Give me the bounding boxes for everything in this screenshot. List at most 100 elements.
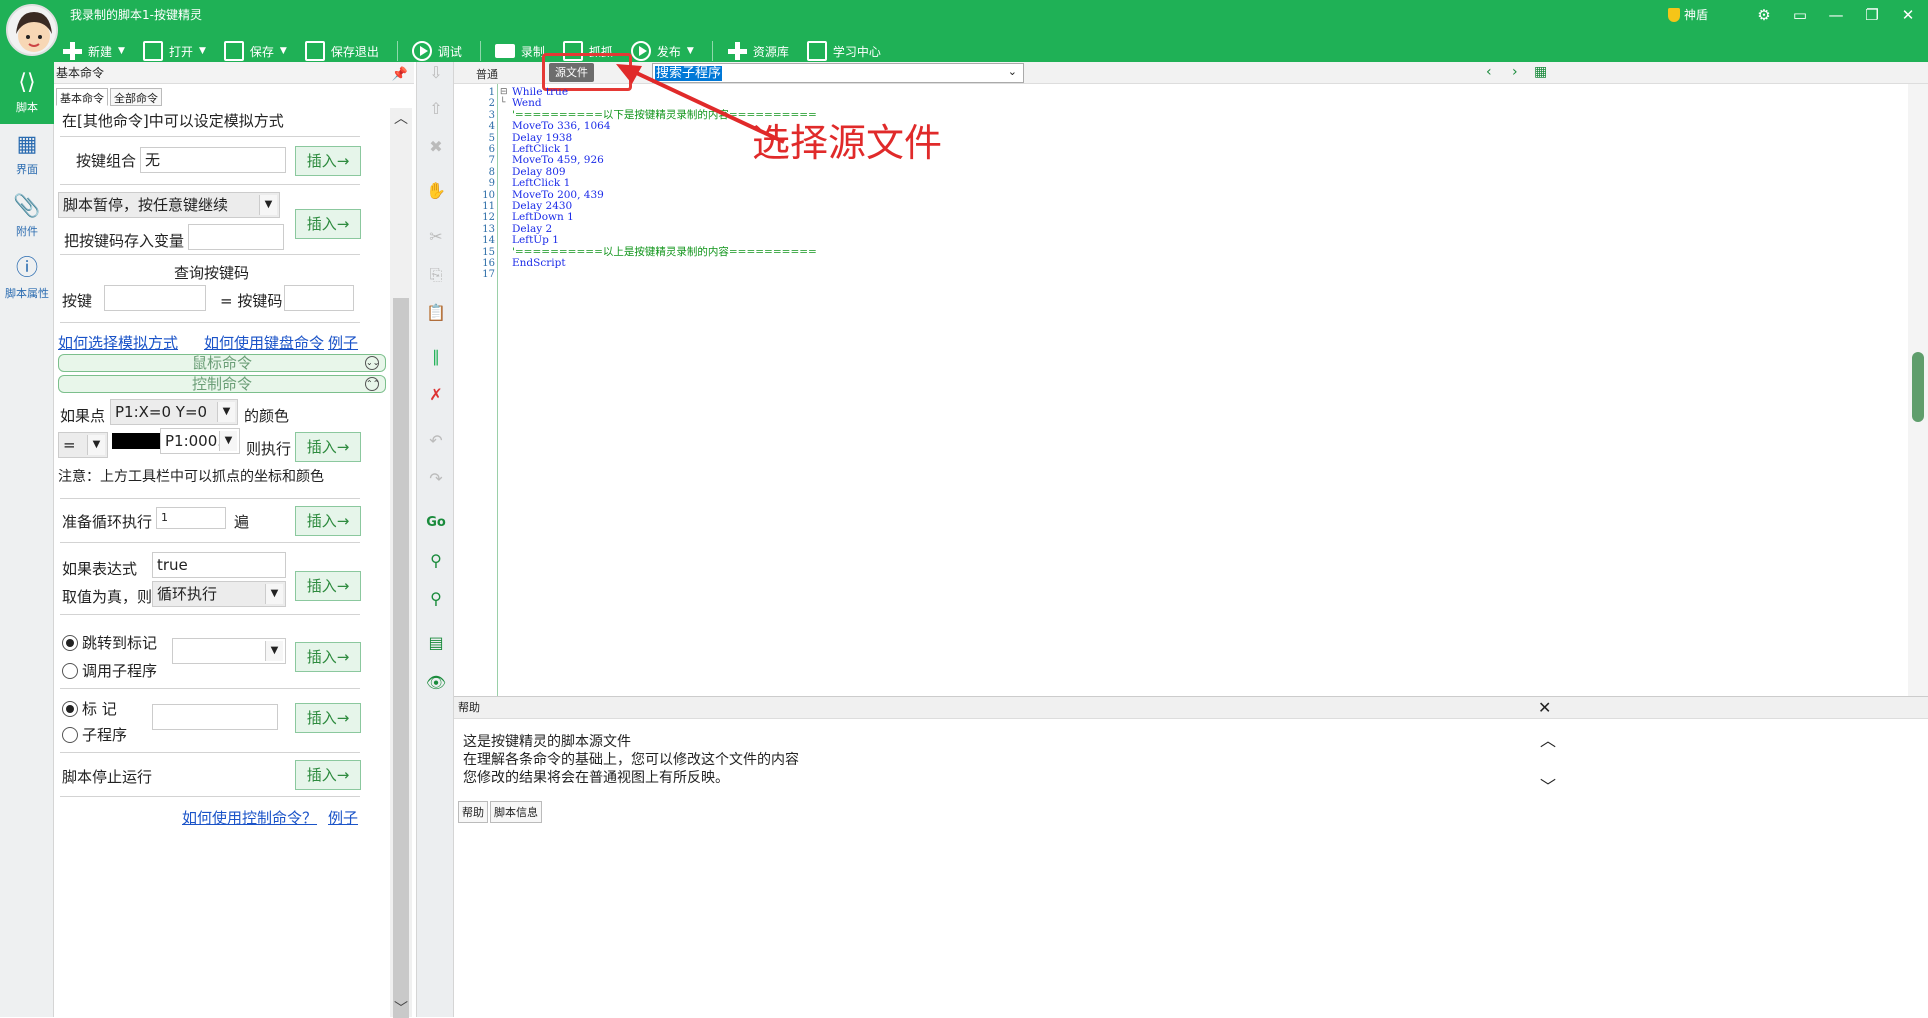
chevron-down-icon[interactable]: ▼ [265, 641, 283, 661]
minimize-icon[interactable]: — [1818, 4, 1854, 26]
chevron-down-icon[interactable]: ▼ [217, 402, 235, 422]
code-line[interactable]: MoveTo 336, 1064 [512, 121, 611, 132]
code-line[interactable]: Wend [512, 98, 542, 109]
scroll-thumb[interactable] [1912, 352, 1924, 422]
layout-icon[interactable]: ▦ [1534, 64, 1547, 80]
loop-exec-select[interactable]: 循环执行 ▼ [152, 581, 286, 607]
radio-mark[interactable]: 标 记 [62, 698, 117, 719]
editor-vscroll[interactable]: ﹀ [1908, 84, 1928, 738]
code-line[interactable]: Delay 2430 [512, 201, 572, 212]
chevron-down-icon[interactable]: ▼ [259, 195, 277, 215]
find-replace-icon[interactable]: ⚲ [425, 588, 447, 610]
scroll-down-icon[interactable]: ﹀ [1540, 773, 1556, 797]
chevron-down-icon[interactable]: ▼ [199, 46, 206, 56]
code-line[interactable]: LeftClick 1 [512, 144, 570, 155]
settings-icon[interactable]: ⚙ [1746, 4, 1782, 26]
tab-normal[interactable]: 普通 [476, 66, 498, 82]
cut-icon[interactable]: ✂ [425, 226, 447, 248]
code-line[interactable]: EndScript [512, 258, 566, 269]
insert-button[interactable]: 插入→ [295, 506, 361, 536]
section-mouse[interactable]: 鼠标命令 ⌄⌄ [58, 354, 386, 372]
radio-subroutine[interactable]: 子程序 [62, 724, 127, 745]
tab-basic-commands[interactable]: 基本命令 [56, 88, 108, 106]
nav-ui[interactable]: ▦ 界面 [0, 124, 54, 186]
radio-button[interactable] [62, 663, 78, 679]
undo-icon[interactable]: ↶ [425, 430, 447, 452]
insert-button[interactable]: 插入→ [295, 432, 361, 462]
code-line[interactable]: Delay 809 [512, 166, 566, 178]
color-select[interactable]: P1:000... ▼ [160, 428, 240, 454]
panel-scrollbar[interactable]: ︿ ﹀ [390, 108, 412, 1018]
link-example[interactable]: 例子 [328, 332, 358, 353]
code-line[interactable]: LeftDown 1 [512, 212, 574, 223]
shield-indicator[interactable]: 神盾 [1668, 6, 1708, 23]
tab-all-commands[interactable]: 全部命令 [110, 88, 162, 106]
chevron-down-icon[interactable]: ▼ [118, 46, 125, 56]
mark-name-field[interactable] [152, 704, 278, 730]
scroll-down-icon[interactable]: ﹀ [394, 998, 408, 1018]
code-line[interactable]: '==========以上是按键精灵录制的内容========== [512, 246, 817, 258]
operator-select[interactable]: = ▼ [58, 432, 108, 458]
chevron-down-icon[interactable]: ▼ [687, 46, 694, 56]
nav-script[interactable]: ⟨⟩ 脚本 [0, 62, 54, 124]
link-keyboard[interactable]: 如何使用键盘命令 [204, 332, 324, 353]
learn-button[interactable]: 学习中心 [806, 41, 881, 61]
tab-script-info[interactable]: 脚本信息 [490, 801, 542, 823]
code-line[interactable]: Delay 2 [512, 223, 552, 235]
chevron-down-icon[interactable]: ▼ [280, 46, 287, 56]
pause-select[interactable]: 脚本暂停，按任意键继续 ▼ [58, 192, 280, 218]
chevron-down-icon[interactable]: ⌄ [1008, 65, 1017, 78]
script-info-icon[interactable]: ▤ [425, 632, 447, 654]
radio-button[interactable] [62, 727, 78, 743]
help-scrollbar[interactable]: ︿ ﹀ [1536, 725, 1560, 799]
go-icon[interactable]: Go [425, 512, 447, 534]
record-button[interactable]: 录制 [494, 43, 545, 60]
chevron-down-icon[interactable]: ▼ [265, 584, 283, 604]
key-variable-field[interactable] [188, 224, 284, 250]
code-line[interactable]: MoveTo 459, 926 [512, 155, 604, 166]
link-example[interactable]: 例子 [328, 807, 358, 828]
pin-icon[interactable]: 📌 [392, 64, 408, 86]
scroll-up-icon[interactable]: ︿ [1540, 727, 1556, 751]
code-line[interactable]: Delay 1938 [512, 132, 572, 144]
code-line[interactable]: LeftUp 1 [512, 235, 559, 246]
next-icon[interactable]: › [1512, 64, 1518, 80]
delete-icon[interactable]: ✖ [425, 136, 447, 158]
restore-icon[interactable]: ❐ [1854, 4, 1890, 26]
radio-sub[interactable]: 调用子程序 [62, 660, 157, 681]
loop-count-stepper[interactable]: 1 [156, 507, 226, 529]
scroll-thumb[interactable] [393, 298, 409, 1018]
uncomment-icon[interactable]: ✗ [425, 384, 447, 406]
tab-help[interactable]: 帮助 [458, 801, 488, 823]
menu-icon[interactable]: ▭ [1782, 4, 1818, 26]
point-select[interactable]: P1:X=0 Y=0 ▼ [110, 399, 238, 425]
watch-icon[interactable]: 👁 [425, 672, 447, 694]
expression-field[interactable]: true [152, 552, 286, 578]
redo-icon[interactable]: ↷ [425, 468, 447, 490]
paste-icon[interactable]: 📋 [425, 302, 447, 324]
radio-goto[interactable]: 跳转到标记 [62, 632, 157, 653]
nav-attachment[interactable]: 📎 附件 [0, 186, 54, 248]
scroll-up-icon[interactable]: ︿ [394, 108, 408, 128]
insert-button[interactable]: 插入→ [295, 571, 361, 601]
chevron-down-icon[interactable]: ▼ [87, 435, 105, 455]
help-close-icon[interactable]: ✕ [1538, 697, 1551, 719]
comment-icon[interactable]: ∥ [425, 346, 447, 368]
radio-button[interactable] [62, 635, 78, 651]
insert-button[interactable]: 插入→ [295, 703, 361, 733]
link-control[interactable]: 如何使用控制命令？ [182, 807, 317, 828]
section-control[interactable]: 控制命令 ⌃⌃ [58, 375, 386, 393]
move-up-icon[interactable]: ⇧ [425, 98, 447, 120]
keycode-field[interactable] [284, 285, 354, 311]
close-icon[interactable]: ✕ [1890, 4, 1926, 26]
code-line[interactable]: While true [512, 87, 568, 98]
hand-icon[interactable]: ✋ [425, 180, 447, 202]
prev-icon[interactable]: ‹ [1486, 64, 1492, 80]
new-button[interactable]: 新建 ▼ [62, 41, 125, 61]
code-line[interactable]: MoveTo 200, 439 [512, 189, 604, 201]
radio-button[interactable] [62, 701, 78, 717]
code-line[interactable]: LeftClick 1 [512, 178, 570, 189]
insert-button[interactable]: 插入→ [295, 146, 361, 176]
insert-button[interactable]: 插入→ [295, 760, 361, 790]
key-combo-field[interactable]: 无 [140, 147, 286, 173]
